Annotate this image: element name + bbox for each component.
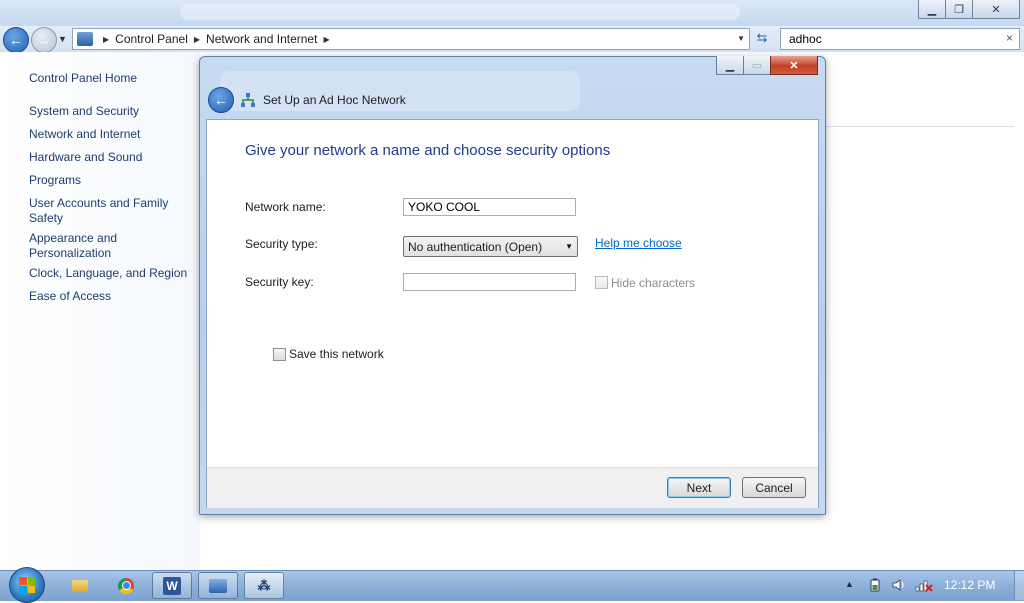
help-me-choose-link[interactable]: Help me choose	[595, 236, 682, 250]
maximize-icon: ▭	[751, 59, 763, 72]
close-icon: ✕	[991, 3, 1001, 16]
breadcrumb-separator-icon[interactable]: ▶	[323, 35, 329, 44]
taskbar-clock[interactable]: 12:12 PM	[944, 578, 995, 592]
dialog-close-button[interactable]: ✕	[770, 56, 818, 75]
titlebar-blur	[180, 4, 740, 20]
breadcrumb-separator-icon[interactable]: ▶	[194, 35, 200, 44]
explorer-toolbar: ← → ▼ ▶ Control Panel ▶ Network and Inte…	[0, 26, 1024, 53]
nav-hardware-and-sound[interactable]: Hardware and Sound	[29, 150, 194, 165]
back-arrow-icon: ←	[9, 32, 23, 48]
taskbar: W ⁂ ▲ 12:12 PM	[0, 567, 1024, 603]
close-window-button[interactable]: ✕	[972, 0, 1020, 19]
control-panel-icon	[209, 578, 227, 593]
minimize-button[interactable]: ▁	[918, 0, 946, 19]
control-panel-icon	[77, 32, 93, 46]
refresh-button[interactable]: ⇆	[752, 30, 772, 48]
breadcrumb-control-panel[interactable]: Control Panel	[115, 32, 188, 46]
search-input[interactable]	[787, 31, 991, 47]
security-key-input[interactable]	[403, 273, 576, 291]
dialog-minimize-button[interactable]: ▁	[716, 56, 744, 75]
hide-characters-checkbox	[595, 276, 608, 289]
close-icon: ✕	[789, 59, 799, 72]
hide-characters-label: Hide characters	[611, 276, 696, 290]
network-icon: ⁂	[257, 577, 271, 593]
network-disconnected-icon[interactable]	[915, 578, 933, 592]
security-type-value: No authentication (Open)	[408, 239, 543, 254]
save-network-label[interactable]: Save this network	[289, 347, 384, 361]
nav-control-panel-home[interactable]: Control Panel Home	[29, 71, 194, 86]
back-button[interactable]: ←	[3, 27, 29, 53]
show-hidden-icons[interactable]: ▲	[845, 579, 854, 589]
taskbar-explorer[interactable]	[60, 572, 100, 599]
minimize-icon: ▁	[725, 59, 735, 72]
battery-icon[interactable]	[868, 578, 882, 592]
dialog-body: Give your network a name and choose secu…	[206, 119, 819, 508]
cancel-button[interactable]: Cancel	[742, 477, 806, 498]
word-icon: W	[163, 576, 181, 595]
nav-programs[interactable]: Programs	[29, 173, 194, 188]
security-type-select[interactable]: No authentication (Open) ▼	[403, 236, 578, 257]
content-divider	[826, 126, 1014, 127]
folder-icon	[72, 579, 88, 592]
chevron-down-icon: ▼	[565, 242, 573, 251]
security-type-label: Security type:	[245, 237, 318, 251]
address-bar[interactable]: ▶ Control Panel ▶ Network and Internet ▶…	[72, 28, 750, 50]
restore-icon: ❐	[954, 3, 964, 16]
nav-ease-of-access[interactable]: Ease of Access	[29, 289, 194, 304]
nav-appearance[interactable]: Appearance and Personalization	[29, 231, 194, 261]
taskbar-word[interactable]: W	[152, 572, 192, 599]
left-nav-pane: Control Panel Home System and Security N…	[0, 52, 200, 570]
nav-clock-language-region[interactable]: Clock, Language, and Region	[29, 266, 194, 281]
windows-logo-icon	[19, 577, 35, 593]
network-name-label: Network name:	[245, 200, 326, 214]
chrome-icon	[118, 577, 134, 594]
network-name-input[interactable]	[403, 198, 576, 216]
breadcrumb-network-and-internet[interactable]: Network and Internet	[206, 32, 317, 46]
dialog-back-button[interactable]: ←	[208, 87, 234, 113]
volume-icon[interactable]	[892, 578, 906, 592]
restore-button[interactable]: ❐	[945, 0, 973, 19]
taskbar-control-panel[interactable]	[198, 572, 238, 599]
breadcrumb-separator-icon[interactable]: ▶	[103, 35, 109, 44]
show-desktop-button[interactable]	[1014, 571, 1024, 600]
network-icon	[241, 93, 255, 107]
nav-user-accounts[interactable]: User Accounts and Family Safety	[29, 196, 194, 226]
recent-pages-button[interactable]: ▼	[58, 34, 67, 44]
nav-network-and-internet[interactable]: Network and Internet	[29, 127, 194, 142]
adhoc-dialog: ▁ ▭ ✕ ← Set Up an Ad Hoc Network Give yo…	[199, 56, 826, 515]
back-arrow-icon: ←	[214, 92, 228, 108]
forward-arrow-icon: →	[37, 32, 51, 48]
start-button[interactable]	[9, 567, 45, 603]
taskbar-network-wizard[interactable]: ⁂	[244, 572, 284, 599]
search-box[interactable]: ×	[780, 28, 1020, 50]
nav-system-and-security[interactable]: System and Security	[29, 104, 194, 119]
chevron-down-icon: ▼	[58, 34, 67, 44]
forward-button[interactable]: →	[31, 27, 57, 53]
address-dropdown-icon[interactable]: ▼	[737, 34, 745, 43]
dialog-footer: Next Cancel	[207, 467, 818, 508]
refresh-icon: ⇆	[756, 30, 768, 45]
dialog-heading: Give your network a name and choose secu…	[245, 142, 611, 159]
save-network-checkbox[interactable]	[273, 348, 286, 361]
explorer-titlebar: ▁ ❐ ✕	[0, 0, 1024, 26]
dialog-title: Set Up an Ad Hoc Network	[263, 93, 406, 107]
dialog-maximize-button: ▭	[743, 56, 771, 75]
next-button[interactable]: Next	[667, 477, 731, 498]
security-key-label: Security key:	[245, 275, 314, 289]
taskbar-chrome[interactable]	[106, 572, 146, 599]
search-clear-icon[interactable]: ×	[1006, 31, 1013, 45]
minimize-icon: ▁	[927, 3, 937, 16]
